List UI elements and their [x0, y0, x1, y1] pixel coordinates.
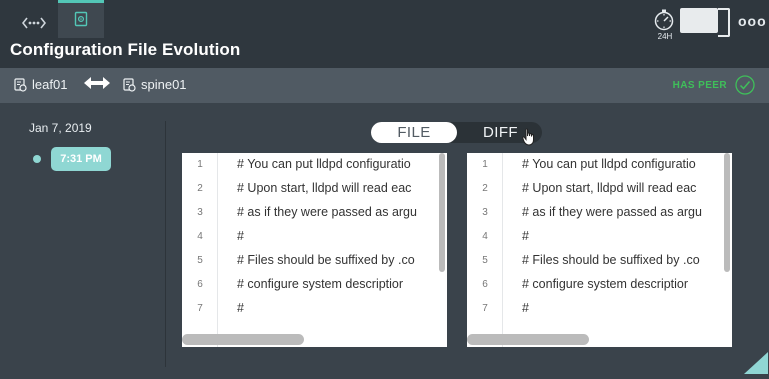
- resize-corner[interactable]: [744, 352, 768, 374]
- line-number: 4: [482, 231, 488, 242]
- line-number: 5: [197, 255, 203, 266]
- device-right-name: spine01: [141, 77, 187, 92]
- code-line: 3 # as if they were passed as argu: [467, 201, 732, 225]
- code-line: 5 # Files should be suffixed by .co: [182, 249, 447, 273]
- stopwatch-icon: [654, 9, 674, 31]
- dashboard-nav-button[interactable]: [14, 7, 54, 39]
- config-file-icon: [74, 11, 88, 27]
- timeline-dot: [33, 155, 41, 163]
- code-text: # as if they were passed as argu: [237, 205, 417, 219]
- line-number: 5: [482, 255, 488, 266]
- code-line: 4 #: [467, 225, 732, 249]
- line-number: 1: [197, 159, 203, 170]
- swap-arrows-icon: [84, 77, 110, 89]
- vertical-scrollbar[interactable]: [724, 153, 730, 272]
- code-line: 4 #: [182, 225, 447, 249]
- code-line: 2 # Upon start, lldpd will read eac: [182, 177, 447, 201]
- code-line: 6 # configure system descriptior: [182, 273, 447, 297]
- code-text: # configure system descriptior: [237, 277, 404, 291]
- line-number: 6: [482, 279, 488, 290]
- swap-devices-button[interactable]: [83, 74, 111, 97]
- check-circle-icon: [735, 75, 755, 95]
- device-config-icon: [123, 77, 136, 92]
- file-view-button[interactable]: FILE: [371, 122, 457, 143]
- code-text: # You can put lldpd configuratio: [237, 157, 411, 171]
- code-line: 7 #: [467, 297, 732, 321]
- vertical-scrollbar[interactable]: [439, 153, 445, 272]
- timeline-date: Jan 7, 2019: [29, 121, 92, 135]
- horizontal-scrollbar[interactable]: [182, 334, 304, 345]
- page-title: Configuration File Evolution: [10, 40, 241, 59]
- code-text: # You can put lldpd configuratio: [522, 157, 696, 171]
- more-options-button[interactable]: ooo: [738, 13, 767, 29]
- file-editor-right[interactable]: 1 # You can put lldpd configuratio 2 # Upon…: [467, 153, 732, 347]
- network-icon: [22, 17, 46, 29]
- code-text: # Upon start, lldpd will read eac: [522, 181, 697, 195]
- time-range-label: 24H: [657, 32, 673, 41]
- line-number: 6: [197, 279, 203, 290]
- code-text: #: [237, 229, 244, 243]
- file-editor-left[interactable]: 1 # You can put lldpd configuratio 2 # Upon…: [182, 153, 447, 347]
- line-number: 7: [197, 303, 203, 314]
- line-number: 4: [197, 231, 203, 242]
- toggle-box[interactable]: [680, 8, 730, 37]
- device-left[interactable]: leaf01: [14, 77, 67, 92]
- code-text: #: [522, 301, 529, 315]
- code-line: 2 # Upon start, lldpd will read eac: [467, 177, 732, 201]
- code-line: 1 # You can put lldpd configuratio: [182, 153, 447, 177]
- config-file-tab[interactable]: [58, 0, 104, 38]
- device-config-icon: [14, 77, 27, 92]
- device-right[interactable]: spine01: [123, 77, 187, 92]
- app-header: Configuration File Evolution 24H ooo: [0, 0, 769, 68]
- code-line: 1 # You can put lldpd configuratio: [467, 153, 732, 177]
- line-number: 1: [482, 159, 488, 170]
- line-number: 2: [482, 183, 488, 194]
- code-text: # as if they were passed as argu: [522, 205, 702, 219]
- code-line: 5 # Files should be suffixed by .co: [467, 249, 732, 273]
- line-number: 3: [482, 207, 488, 218]
- code-text: # configure system descriptior: [522, 277, 689, 291]
- line-number: 3: [197, 207, 203, 218]
- code-text: # Files should be suffixed by .co: [522, 253, 700, 267]
- code-text: #: [237, 301, 244, 315]
- peer-status-label: HAS PEER: [672, 79, 727, 91]
- code-text: #: [522, 229, 529, 243]
- hand-pointer-icon: [522, 128, 534, 146]
- view-toggle: FILE DIFF: [371, 122, 542, 143]
- peer-status: HAS PEER: [673, 75, 755, 95]
- line-number: 2: [197, 183, 203, 194]
- code-text: # Upon start, lldpd will read eac: [237, 181, 412, 195]
- code-line: 7 #: [182, 297, 447, 321]
- code-line: 6 # configure system descriptior: [467, 273, 732, 297]
- timeline-time-button[interactable]: 7:31 PM: [51, 147, 111, 171]
- device-left-name: leaf01: [32, 77, 68, 92]
- code-text: # Files should be suffixed by .co: [237, 253, 415, 267]
- device-bar: leaf01 spine01 HAS PEER: [0, 68, 769, 103]
- code-line: 3 # as if they were passed as argu: [182, 201, 447, 225]
- line-number: 7: [482, 303, 488, 314]
- horizontal-scrollbar[interactable]: [467, 334, 589, 345]
- panel-divider: [165, 121, 166, 367]
